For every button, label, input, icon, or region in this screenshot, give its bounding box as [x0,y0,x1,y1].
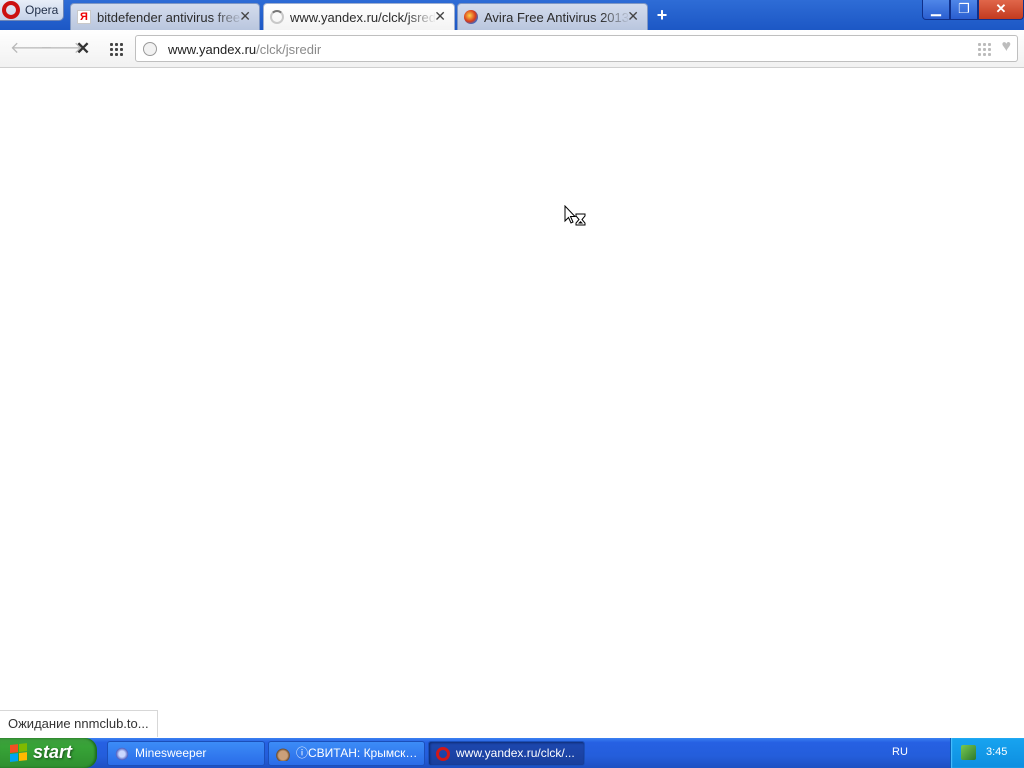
site-info-icon[interactable] [143,42,157,56]
network-tray-icon[interactable] [961,745,976,760]
navigation-toolbar: 🡐 🡒 ✕ www.yandex.ru/clck/jsredir ♥ [0,30,1024,68]
taskbar-item-opera[interactable]: www.yandex.ru/clck/... [428,741,585,766]
new-tab-button[interactable]: + [654,6,670,24]
minimize-button[interactable]: ▁ [922,0,950,20]
address-url[interactable]: www.yandex.ru/clck/jsredir [168,42,321,57]
opera-icon [436,747,450,761]
taskbar-item-svitan[interactable]: ⓘСВИТАН: Крымски... [268,741,425,766]
maximize-button[interactable]: ❐ [950,0,978,20]
minesweeper-icon [115,747,129,761]
heart-icon[interactable]: ♥ [1002,38,1012,56]
stop-loading-button[interactable]: ✕ [73,39,93,59]
system-tray: 3:45 [950,738,1024,768]
opera-menu-label: Opera [25,3,59,17]
tab-title: bitdefender antivirus free [97,10,241,25]
close-tab-icon[interactable]: ✕ [239,9,251,23]
status-bubble: Ожидание nnmclub.to... [0,710,158,737]
close-tab-icon[interactable]: ✕ [434,9,446,23]
tab-bitdefender[interactable]: Я bitdefender antivirus free ✕ [70,3,260,30]
taskbar-item-minesweeper[interactable]: Minesweeper [107,741,265,766]
close-tab-icon[interactable]: ✕ [627,9,639,23]
tab-title: www.yandex.ru/clck/jsredir [290,10,436,25]
tab-title: Avira Free Antivirus 2013 [484,10,629,25]
start-button[interactable]: start [0,738,97,768]
yandex-icon: Я [77,10,91,24]
opera-logo-icon [2,1,20,19]
loading-spinner-icon [270,10,284,24]
address-bar[interactable]: www.yandex.ru/clck/jsredir ♥ [135,35,1018,62]
avira-icon [464,10,478,24]
rabbit-icon [276,747,290,761]
taskbar-item-label: www.yandex.ru/clck/... [456,746,575,760]
start-label: start [33,742,73,762]
tab-avira[interactable]: Avira Free Antivirus 2013 ✕ [457,3,648,30]
windows-logo-icon [10,743,28,763]
add-to-speed-dial-icon[interactable] [977,42,991,56]
url-host: www.yandex.ru [168,42,257,57]
stop-icon: ✕ [75,39,91,58]
clock[interactable]: 3:45 [986,746,1007,758]
opera-menu-button[interactable]: Opera [0,0,64,21]
tab-strip: Opera Я bitdefender antivirus free ✕ www… [0,0,1024,32]
grid-icon [109,42,123,56]
language-indicator[interactable]: RU [892,746,908,758]
taskbar-item-label: Minesweeper [135,746,207,760]
back-button[interactable]: 🡐 [10,39,53,59]
tab-yandex-redirect[interactable]: www.yandex.ru/clck/jsredir ✕ [263,3,455,32]
speed-dial-button[interactable] [106,39,126,59]
taskbar: start Minesweeper ⓘСВИТАН: Крымски... ww… [0,738,1024,768]
url-path: /clck/jsredir [256,42,322,57]
taskbar-item-label: ⓘСВИТАН: Крымски... [296,746,418,760]
page-content: Ожидание nnmclub.to... [0,68,1024,738]
busy-cursor-icon [564,205,586,226]
forward-button[interactable]: 🡒 [40,39,83,59]
close-window-button[interactable]: ✕ [978,0,1024,20]
